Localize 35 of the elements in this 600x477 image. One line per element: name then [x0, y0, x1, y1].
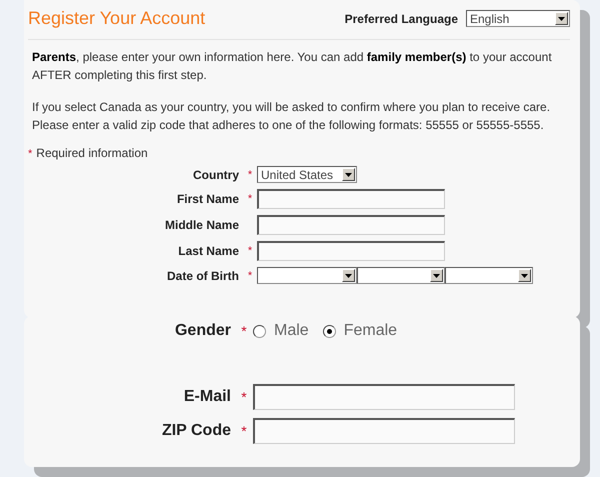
- field-label: ZIP Code: [160, 422, 232, 440]
- radio-label: Female: [344, 322, 398, 340]
- required-note: Required information: [36, 146, 148, 160]
- required-mark: *: [248, 270, 252, 282]
- input-field[interactable]: [253, 418, 515, 444]
- field-label: Last Name: [177, 244, 240, 258]
- field-label: Date of Birth: [166, 268, 240, 282]
- date-select[interactable]: [257, 267, 357, 284]
- required-mark: *: [248, 245, 252, 257]
- required-mark: *: [241, 423, 247, 439]
- country-select[interactable]: United States: [257, 166, 357, 183]
- language-select[interactable]: English: [466, 10, 570, 27]
- input-field[interactable]: [257, 189, 445, 209]
- intro-paragraph: If you select Canada as your country, you will be asked to confirm where you plan to receive care. Please enter a valid zip code that adheres to one of the following formats: 55555 or 55555-5555.: [32, 99, 552, 134]
- required-mark: *: [241, 323, 247, 339]
- radio-label: Male: [274, 322, 309, 340]
- page-title: Register Your Account: [28, 8, 206, 29]
- field-label: Middle Name: [164, 218, 240, 232]
- input-field[interactable]: [257, 241, 445, 261]
- required-mark: *: [241, 389, 247, 405]
- date-select[interactable]: [445, 267, 533, 284]
- field-label: Gender: [174, 322, 232, 340]
- field-label: First Name: [176, 192, 240, 206]
- radio-button[interactable]: [253, 324, 266, 338]
- required-mark: *: [248, 168, 252, 180]
- required-mark: *: [28, 148, 32, 160]
- radio-button[interactable]: [322, 324, 336, 338]
- language-label: Preferred Language: [344, 12, 458, 26]
- input-field[interactable]: [257, 215, 445, 235]
- required-mark: *: [248, 193, 252, 205]
- field-label: E-Mail: [182, 388, 232, 406]
- input-field[interactable]: [253, 384, 515, 410]
- date-select[interactable]: [357, 267, 445, 284]
- field-label: Country: [192, 168, 240, 182]
- intro-paragraph: Parents, please enter your own information here. You can add family member(s) to your account AFTER completing this first step.: [32, 49, 553, 84]
